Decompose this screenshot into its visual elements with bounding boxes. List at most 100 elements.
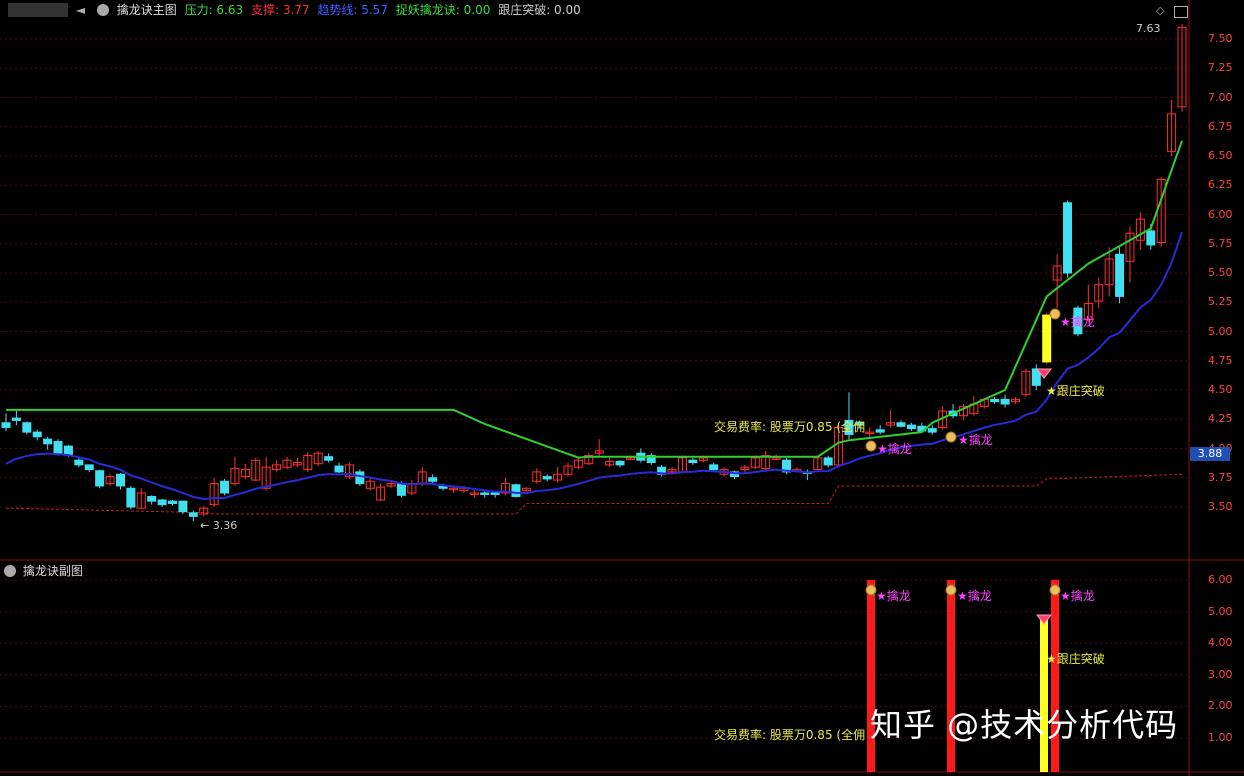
candle-body bbox=[178, 500, 188, 513]
candle-body bbox=[906, 424, 916, 430]
moneybag-icon bbox=[865, 584, 877, 596]
candle-body bbox=[1000, 398, 1010, 405]
price-tick-label: 4.50 bbox=[1208, 383, 1233, 396]
candle-body bbox=[188, 512, 198, 517]
candle-body bbox=[490, 492, 500, 495]
candle-body bbox=[32, 431, 42, 438]
candle-body bbox=[43, 438, 53, 445]
candle-body bbox=[709, 464, 719, 471]
candles bbox=[1, 23, 1187, 522]
candle-body bbox=[355, 471, 365, 485]
candle-body bbox=[95, 470, 105, 487]
pressure-polyline bbox=[6, 140, 1183, 459]
sub-tick-label: 5.00 bbox=[1208, 604, 1233, 618]
qinlong-label-3: ★擒龙 bbox=[1060, 315, 1095, 329]
high-price-label: 7.63 bbox=[1136, 22, 1161, 35]
grid-lines bbox=[0, 38, 1189, 739]
candle-body bbox=[511, 484, 521, 497]
price-tick-label: 6.25 bbox=[1208, 178, 1233, 192]
candle-body bbox=[1, 422, 11, 428]
candle-body bbox=[220, 480, 230, 494]
qinlong-label-1: ★擒龙 bbox=[877, 442, 912, 456]
low-price-value: 3.36 bbox=[212, 519, 238, 532]
current-price-tag: 3.88 bbox=[1190, 447, 1230, 461]
price-tick-label: 7.00 bbox=[1208, 90, 1233, 104]
candle-body bbox=[615, 460, 625, 466]
sub-tick-label: 1.00 bbox=[1208, 731, 1233, 744]
candle-body bbox=[147, 495, 157, 502]
moneybag-icon bbox=[945, 431, 957, 443]
sub-tick-label: 3.00 bbox=[1208, 667, 1233, 681]
candle-body bbox=[1146, 230, 1156, 246]
candle-body bbox=[688, 459, 698, 464]
sub-qinlong-label-3: ★擒龙 bbox=[1060, 589, 1095, 603]
price-tick-label: 5.50 bbox=[1208, 266, 1233, 279]
signal-bar bbox=[1040, 616, 1048, 772]
watermark: 知乎 @技术分析代码 bbox=[870, 706, 1179, 744]
candle-body bbox=[324, 456, 334, 461]
price-tick-label: 7.50 bbox=[1208, 32, 1233, 45]
candle-body bbox=[157, 499, 167, 506]
candle-body bbox=[53, 440, 63, 454]
candle-body bbox=[1115, 253, 1125, 297]
candle-body bbox=[823, 457, 833, 466]
candle-body bbox=[896, 422, 906, 427]
genzhuang-label-main: ★跟庄突破 bbox=[1046, 384, 1105, 398]
moneybag-icon bbox=[1049, 308, 1061, 320]
genzhuang-text: 跟庄突破 bbox=[1056, 652, 1105, 666]
price-tick-label: 5.00 bbox=[1208, 324, 1233, 338]
candle-body bbox=[1042, 314, 1052, 363]
genzhuang-text: 跟庄突破 bbox=[1056, 384, 1105, 398]
sub-chart-title: 擒龙诀副图 bbox=[22, 564, 83, 578]
price-tick-label: 6.50 bbox=[1208, 149, 1233, 162]
candle-body bbox=[84, 464, 94, 471]
candle-body bbox=[11, 417, 21, 421]
sub-chart-header: 擒龙诀副图 bbox=[0, 563, 83, 579]
candle-body bbox=[74, 459, 84, 466]
price-tick-label: 7.25 bbox=[1208, 61, 1233, 75]
candle-body bbox=[927, 428, 937, 433]
moneybag-icon bbox=[1049, 584, 1061, 596]
qinlong-text: 擒龙 bbox=[1070, 589, 1095, 603]
moneybag-icon bbox=[945, 584, 957, 596]
candle-body bbox=[542, 476, 552, 480]
candle-body bbox=[396, 483, 406, 496]
price-tick-label: 6.75 bbox=[1208, 119, 1233, 133]
candle-body bbox=[168, 500, 178, 504]
candle-body bbox=[334, 465, 344, 473]
gem-icon bbox=[1035, 614, 1053, 625]
qinlong-text: 擒龙 bbox=[968, 433, 993, 447]
price-tick-label: 4.75 bbox=[1208, 353, 1233, 367]
low-price-label: ← 3.36 bbox=[200, 519, 238, 532]
candle-body bbox=[480, 492, 490, 495]
price-tick-label: 5.25 bbox=[1208, 295, 1233, 309]
qinlong-text: 擒龙 bbox=[967, 589, 992, 603]
candle-body bbox=[875, 429, 885, 433]
candle-body bbox=[22, 422, 32, 433]
price-tick-label: 4.25 bbox=[1208, 412, 1233, 426]
qinlong-text: 擒龙 bbox=[887, 442, 912, 456]
sub-genzhuang-label: ★跟庄突破 bbox=[1046, 652, 1105, 666]
candle-body bbox=[126, 487, 136, 508]
sub-tick-label: 6.00 bbox=[1208, 573, 1233, 586]
sub-qinlong-label-1: ★擒龙 bbox=[876, 589, 911, 603]
qinlong-label-2: ★擒龙 bbox=[958, 433, 993, 447]
price-tick-label: 3.50 bbox=[1208, 500, 1233, 513]
candle-body bbox=[63, 445, 73, 455]
fee-text-main: 交易费率: 股票万0.85 (全佣 bbox=[714, 420, 866, 434]
moneybag-icon bbox=[865, 440, 877, 452]
candle-body bbox=[990, 398, 1000, 403]
qinlong-text: 擒龙 bbox=[1070, 315, 1095, 329]
trend-polyline bbox=[5, 231, 1183, 501]
candle-body bbox=[428, 477, 438, 482]
qinlong-text: 擒龙 bbox=[886, 589, 911, 603]
candle-body bbox=[1063, 202, 1073, 274]
collapse-icon[interactable] bbox=[4, 565, 16, 577]
sub-tick-label: 4.00 bbox=[1208, 636, 1233, 650]
sub-qinlong-label-2: ★擒龙 bbox=[957, 589, 992, 603]
indicator-lines bbox=[5, 140, 1183, 501]
price-tick-label: 6.00 bbox=[1208, 207, 1233, 221]
candle-body bbox=[115, 473, 125, 487]
signal-markers bbox=[865, 308, 1061, 625]
price-tick-label: 3.75 bbox=[1208, 470, 1233, 484]
